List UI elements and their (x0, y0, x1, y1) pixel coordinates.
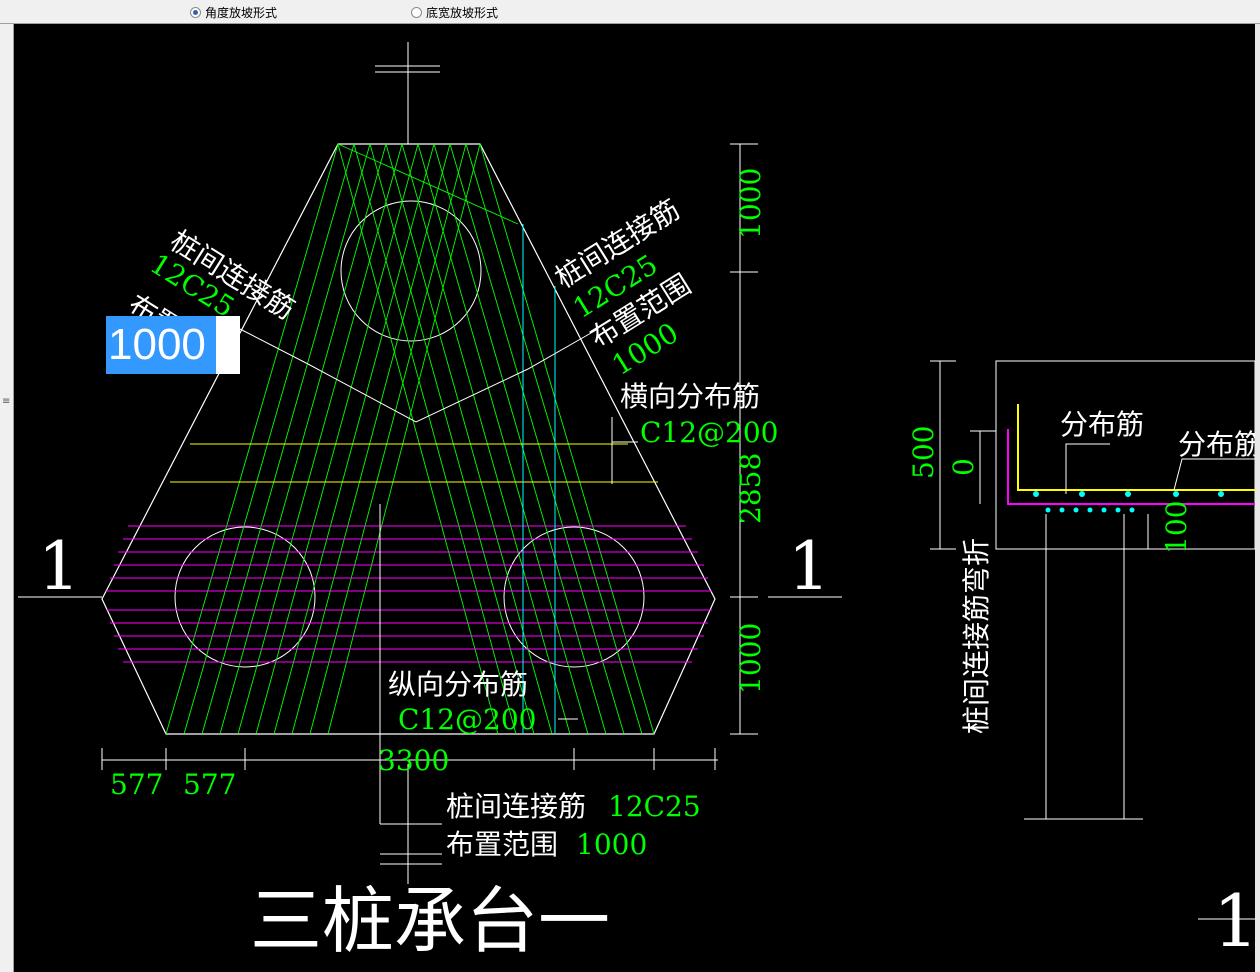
section-dist-label-1: 分布筋 (1060, 408, 1144, 441)
rebar-yellow-lines (170, 443, 658, 483)
bottom-label-2-spec: 1000 (576, 828, 647, 861)
long-dist-spec: C12@200 (398, 703, 537, 736)
section-dim-500: 500 (907, 426, 940, 479)
leader-lines (239, 328, 638, 720)
dim-b3: 3300 (378, 744, 449, 777)
dim-b2: 577 (183, 768, 236, 801)
radio-selected-icon (190, 7, 201, 18)
radio-angle-slope[interactable]: 角度放坡形式 (190, 4, 277, 21)
section-dist-label-2: 分布筋 (1178, 428, 1255, 461)
top-options-bar: 角度放坡形式 底宽放坡形式 (0, 0, 1260, 24)
radio-width-slope-label: 底宽放坡形式 (426, 6, 499, 20)
horiz-dist-label: 横向分布筋 (620, 380, 760, 413)
section-vertical-label: 桩间连接筋弯折 (960, 538, 993, 734)
radio-angle-slope-label: 角度放坡形式 (205, 6, 278, 20)
section-title-partial: 1- (1213, 879, 1255, 963)
drawing-title: 三桩承台一 (250, 879, 610, 963)
section-mark-right: 1 (788, 528, 830, 605)
splitter-grip-icon: ≡ (2, 396, 11, 407)
bottom-label-1-spec: 12C25 (608, 790, 701, 823)
bottom-label-1: 桩间连接筋 (446, 790, 586, 823)
radio-unselected-icon (411, 7, 422, 18)
dim-top: 1000 (734, 168, 767, 239)
radio-width-slope[interactable]: 底宽放坡形式 (411, 4, 498, 21)
section-rebar-dots (1033, 491, 1224, 513)
cad-drawing-canvas[interactable]: 桩间连接筋 12C25 布置 桩间连接筋 12C25 布置范围 1000 横向分… (18, 24, 1255, 972)
dim-bottom: 1000 (734, 623, 767, 694)
inline-edit-selected-text[interactable]: 1000 (106, 316, 216, 374)
right-scrollbar[interactable] (1255, 24, 1260, 972)
section-dim-100: 100 (1160, 501, 1193, 554)
section-dim-0: 0 (947, 458, 980, 476)
dim-b1: 577 (110, 768, 163, 801)
rebar-band-left (165, 143, 519, 735)
horiz-dist-spec: C12@200 (640, 416, 779, 449)
left-panel-splitter[interactable]: ≡ (0, 24, 14, 972)
bottom-label-2: 布置范围 (446, 828, 558, 861)
inline-edit-box[interactable]: 1000 (106, 316, 240, 374)
long-dist-label: 纵向分布筋 (388, 668, 528, 701)
section-mark-left: 1 (38, 528, 80, 605)
dim-mid: 2858 (734, 453, 767, 524)
